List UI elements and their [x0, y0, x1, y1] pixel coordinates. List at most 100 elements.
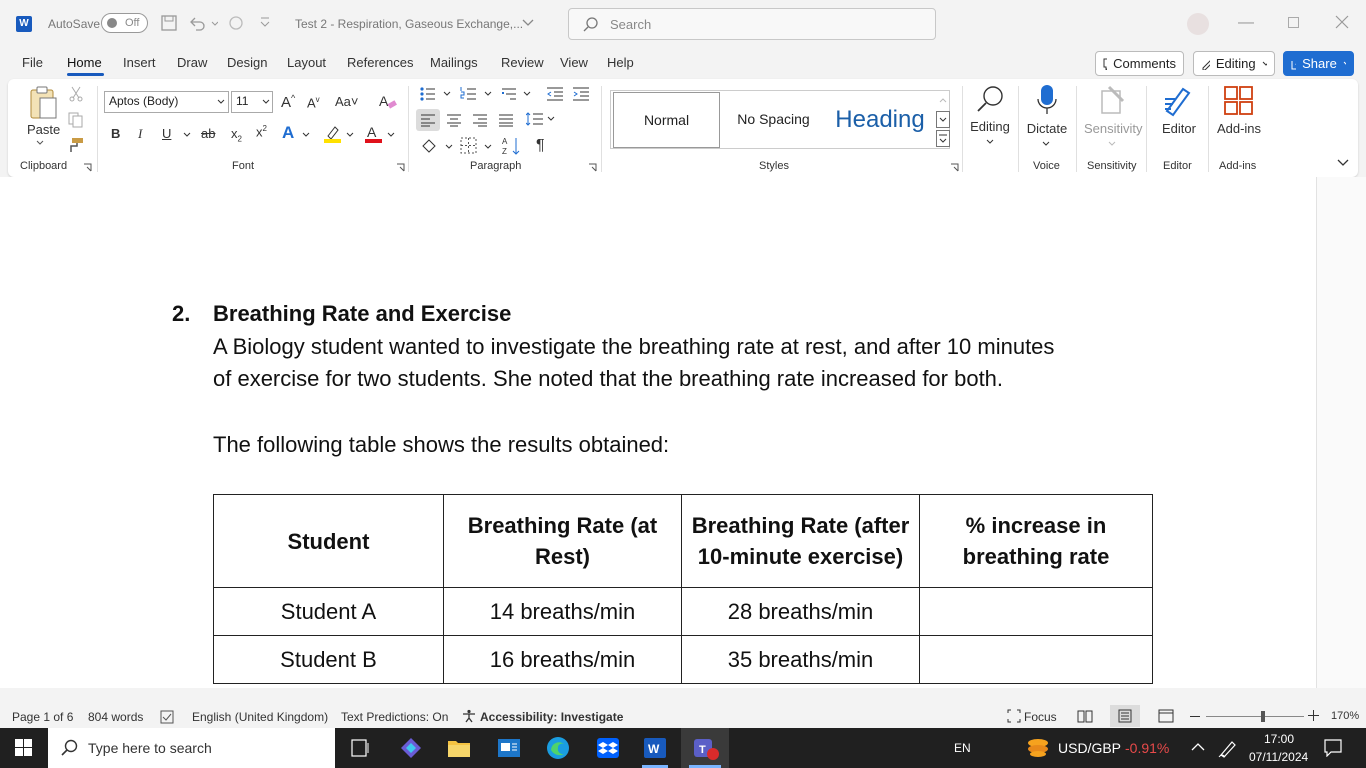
bold-icon[interactable]: B — [111, 126, 120, 141]
share-button[interactable]: Share — [1283, 51, 1354, 76]
undo-icon[interactable] — [188, 14, 218, 32]
decrease-indent-icon[interactable] — [546, 86, 564, 102]
customize-toolbar-icon[interactable] — [258, 16, 272, 28]
menu-layout[interactable]: Layout — [287, 55, 326, 73]
ticker-change[interactable]: -0.91% — [1125, 740, 1169, 756]
word-count[interactable]: 804 words — [88, 710, 143, 724]
teams-taskbar-button[interactable]: T — [681, 728, 729, 768]
editing-button[interactable]: Editing — [969, 119, 1011, 134]
focus-button[interactable]: Focus — [1024, 710, 1057, 724]
strikethrough-icon[interactable]: ab — [201, 126, 215, 141]
menu-home[interactable]: Home — [67, 55, 102, 73]
chevron-down-icon[interactable] — [346, 132, 354, 138]
finance-widget-icon[interactable] — [1026, 737, 1050, 759]
style-heading[interactable]: Heading — [826, 92, 934, 148]
menu-file[interactable]: File — [22, 55, 43, 73]
menu-references[interactable]: References — [347, 55, 413, 73]
search-box[interactable]: Search — [568, 8, 936, 40]
style-normal[interactable]: Normal — [613, 92, 720, 148]
menu-insert[interactable]: Insert — [123, 55, 156, 73]
editing-mode-button[interactable]: Editing — [1193, 51, 1275, 76]
font-color-icon[interactable]: A — [364, 124, 384, 144]
grow-font-icon[interactable]: A^ — [281, 93, 295, 111]
editor-button[interactable]: Editor — [1158, 121, 1200, 136]
chevron-down-icon[interactable] — [986, 139, 994, 145]
chevron-down-icon[interactable] — [217, 99, 225, 105]
web-layout-icon[interactable] — [1158, 709, 1174, 723]
chevron-down-icon[interactable] — [183, 132, 191, 138]
menu-design[interactable]: Design — [227, 55, 267, 73]
vertical-scrollbar[interactable] — [1316, 177, 1366, 688]
clock-time[interactable]: 17:00 — [1264, 732, 1294, 746]
windows-start-icon[interactable] — [15, 739, 33, 757]
microphone-icon[interactable] — [1035, 84, 1059, 118]
styles-scroll[interactable] — [936, 93, 950, 147]
word-taskbar-icon[interactable]: W — [643, 737, 667, 759]
dialog-launcher-icon[interactable] — [83, 163, 92, 172]
ribbon-collapse-icon[interactable] — [1337, 159, 1349, 167]
input-language[interactable]: EN — [954, 741, 971, 755]
zoom-slider[interactable] — [1206, 716, 1304, 717]
increase-indent-icon[interactable] — [572, 86, 590, 102]
taskbar-search[interactable]: Type here to search — [48, 728, 335, 768]
restore-icon[interactable] — [1288, 17, 1299, 28]
numbering-icon[interactable] — [460, 86, 494, 102]
page-count[interactable]: Page 1 of 6 — [12, 710, 73, 724]
pen-icon[interactable] — [1218, 738, 1238, 758]
font-name-select[interactable]: Aptos (Body) — [104, 91, 229, 113]
add-ins-button[interactable]: Add-ins — [1214, 121, 1264, 136]
cut-icon[interactable] — [68, 86, 84, 102]
sensitivity-icon[interactable] — [1099, 85, 1129, 115]
avatar[interactable] — [1187, 13, 1209, 35]
editor-icon[interactable] — [1163, 85, 1195, 117]
format-painter-icon[interactable] — [68, 137, 84, 153]
underline-icon[interactable]: U — [162, 126, 171, 141]
borders-icon[interactable] — [460, 137, 494, 155]
file-explorer-icon[interactable] — [447, 737, 471, 759]
copilot-icon[interactable] — [399, 736, 423, 760]
clear-formatting-icon[interactable]: A — [379, 93, 397, 111]
chevron-down-icon[interactable] — [1042, 141, 1050, 147]
zoom-out-icon[interactable] — [1190, 716, 1200, 717]
find-icon[interactable] — [975, 84, 1005, 114]
task-view-icon[interactable] — [351, 739, 371, 757]
italic-icon[interactable]: I — [138, 126, 142, 142]
paste-button[interactable]: Paste — [27, 122, 60, 137]
paste-icon[interactable] — [28, 86, 58, 120]
chevron-down-icon[interactable] — [36, 140, 44, 146]
dialog-launcher-icon[interactable] — [396, 163, 405, 172]
superscript-icon[interactable]: x2 — [256, 124, 267, 139]
show-formatting-icon[interactable]: ¶ — [536, 137, 545, 155]
dropbox-icon[interactable] — [596, 737, 620, 759]
multilevel-list-icon[interactable] — [501, 86, 535, 102]
table-cell[interactable] — [919, 635, 1153, 684]
chevron-down-icon[interactable] — [522, 18, 534, 28]
text-predictions-status[interactable]: Text Predictions: On — [341, 710, 448, 724]
clock-date[interactable]: 07/11/2024 — [1249, 750, 1308, 764]
style-no-spacing[interactable]: No Spacing — [722, 92, 825, 148]
sensitivity-button[interactable]: Sensitivity — [1084, 121, 1143, 136]
language-status[interactable]: English (United Kingdom) — [192, 710, 328, 724]
menu-draw[interactable]: Draw — [177, 55, 207, 73]
document-title[interactable]: Test 2 - Respiration, Gaseous Exchange,.… — [295, 17, 523, 31]
copy-icon[interactable] — [68, 112, 84, 128]
text-effects-icon[interactable]: A — [282, 123, 294, 143]
align-right-icon[interactable] — [472, 113, 488, 127]
menu-help[interactable]: Help — [607, 55, 634, 73]
notifications-icon[interactable] — [1324, 739, 1342, 757]
sort-icon[interactable]: AZ — [502, 136, 522, 156]
add-ins-icon[interactable] — [1224, 86, 1254, 116]
highlight-icon[interactable] — [323, 124, 343, 144]
align-left-button[interactable] — [416, 109, 440, 131]
show-hidden-icons-icon[interactable] — [1191, 742, 1205, 752]
dictate-button[interactable]: Dictate — [1024, 121, 1070, 136]
menu-view[interactable]: View — [560, 55, 588, 73]
shading-icon[interactable] — [420, 137, 454, 155]
read-mode-icon[interactable] — [1077, 709, 1093, 723]
subscript-icon[interactable]: x2 — [231, 126, 242, 144]
dialog-launcher-icon[interactable] — [950, 163, 959, 172]
line-spacing-icon[interactable] — [526, 111, 556, 127]
justify-icon[interactable] — [498, 113, 514, 127]
close-icon[interactable] — [1335, 15, 1349, 29]
autosave-toggle[interactable]: Off — [101, 13, 148, 33]
